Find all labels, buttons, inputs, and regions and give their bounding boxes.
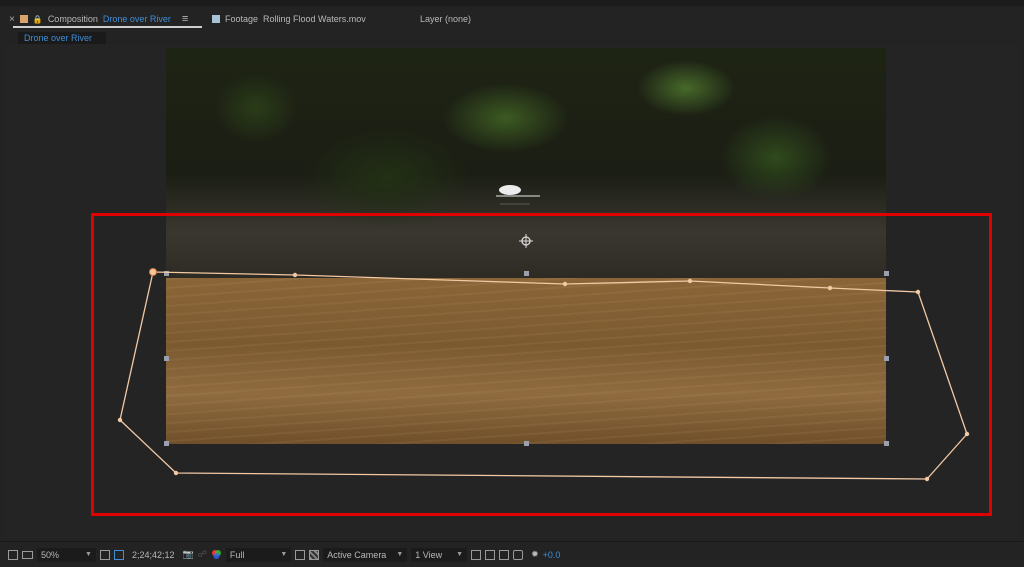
exposure-icon[interactable]: ✹ [531, 548, 539, 562]
always-preview-icon[interactable] [8, 548, 18, 562]
chevron-down-icon: ▼ [280, 551, 288, 558]
chevron-down-icon: ▼ [396, 551, 404, 558]
view-layout-dropdown[interactable]: 1 View ▼ [411, 547, 468, 562]
camera-value: Active Camera [327, 549, 387, 560]
camera-icon[interactable]: 📷 [183, 548, 194, 562]
chevron-down-icon: ▼ [85, 551, 92, 558]
highlight-box [91, 213, 992, 516]
drone-silhouette [496, 185, 540, 205]
mask-toggle-icon[interactable] [113, 548, 124, 562]
flowchart-icon[interactable] [513, 548, 524, 562]
resolution-value: Full [229, 549, 245, 560]
region-icon[interactable] [295, 548, 306, 562]
monitor-icon[interactable] [22, 548, 33, 562]
zoom-dropdown[interactable]: 50% ▼ [37, 547, 96, 562]
color-channels-icon[interactable] [211, 548, 222, 562]
timeline-icon[interactable] [499, 548, 510, 562]
camera-dropdown[interactable]: Active Camera ▼ [323, 547, 408, 562]
transparency-icon[interactable] [309, 548, 320, 562]
link-icon[interactable]: ☍ [198, 548, 207, 562]
current-timecode[interactable]: 2;24;42;12 [132, 548, 175, 562]
fast-previews-icon[interactable] [485, 548, 496, 562]
exposure-value[interactable]: +0.0 [543, 548, 561, 562]
view-layout-value: 1 View [415, 549, 443, 560]
grid-icon[interactable] [99, 548, 110, 562]
viewer-status-bar: 50% ▼ 2;24;42;12 📷 ☍ Full ▼ Active Camer… [0, 541, 1024, 567]
toggle-pixel-aspect-icon[interactable] [471, 548, 482, 562]
zoom-value: 50% [41, 549, 60, 560]
chevron-down-icon: ▼ [456, 551, 464, 558]
resolution-dropdown[interactable]: Full ▼ [225, 547, 292, 562]
